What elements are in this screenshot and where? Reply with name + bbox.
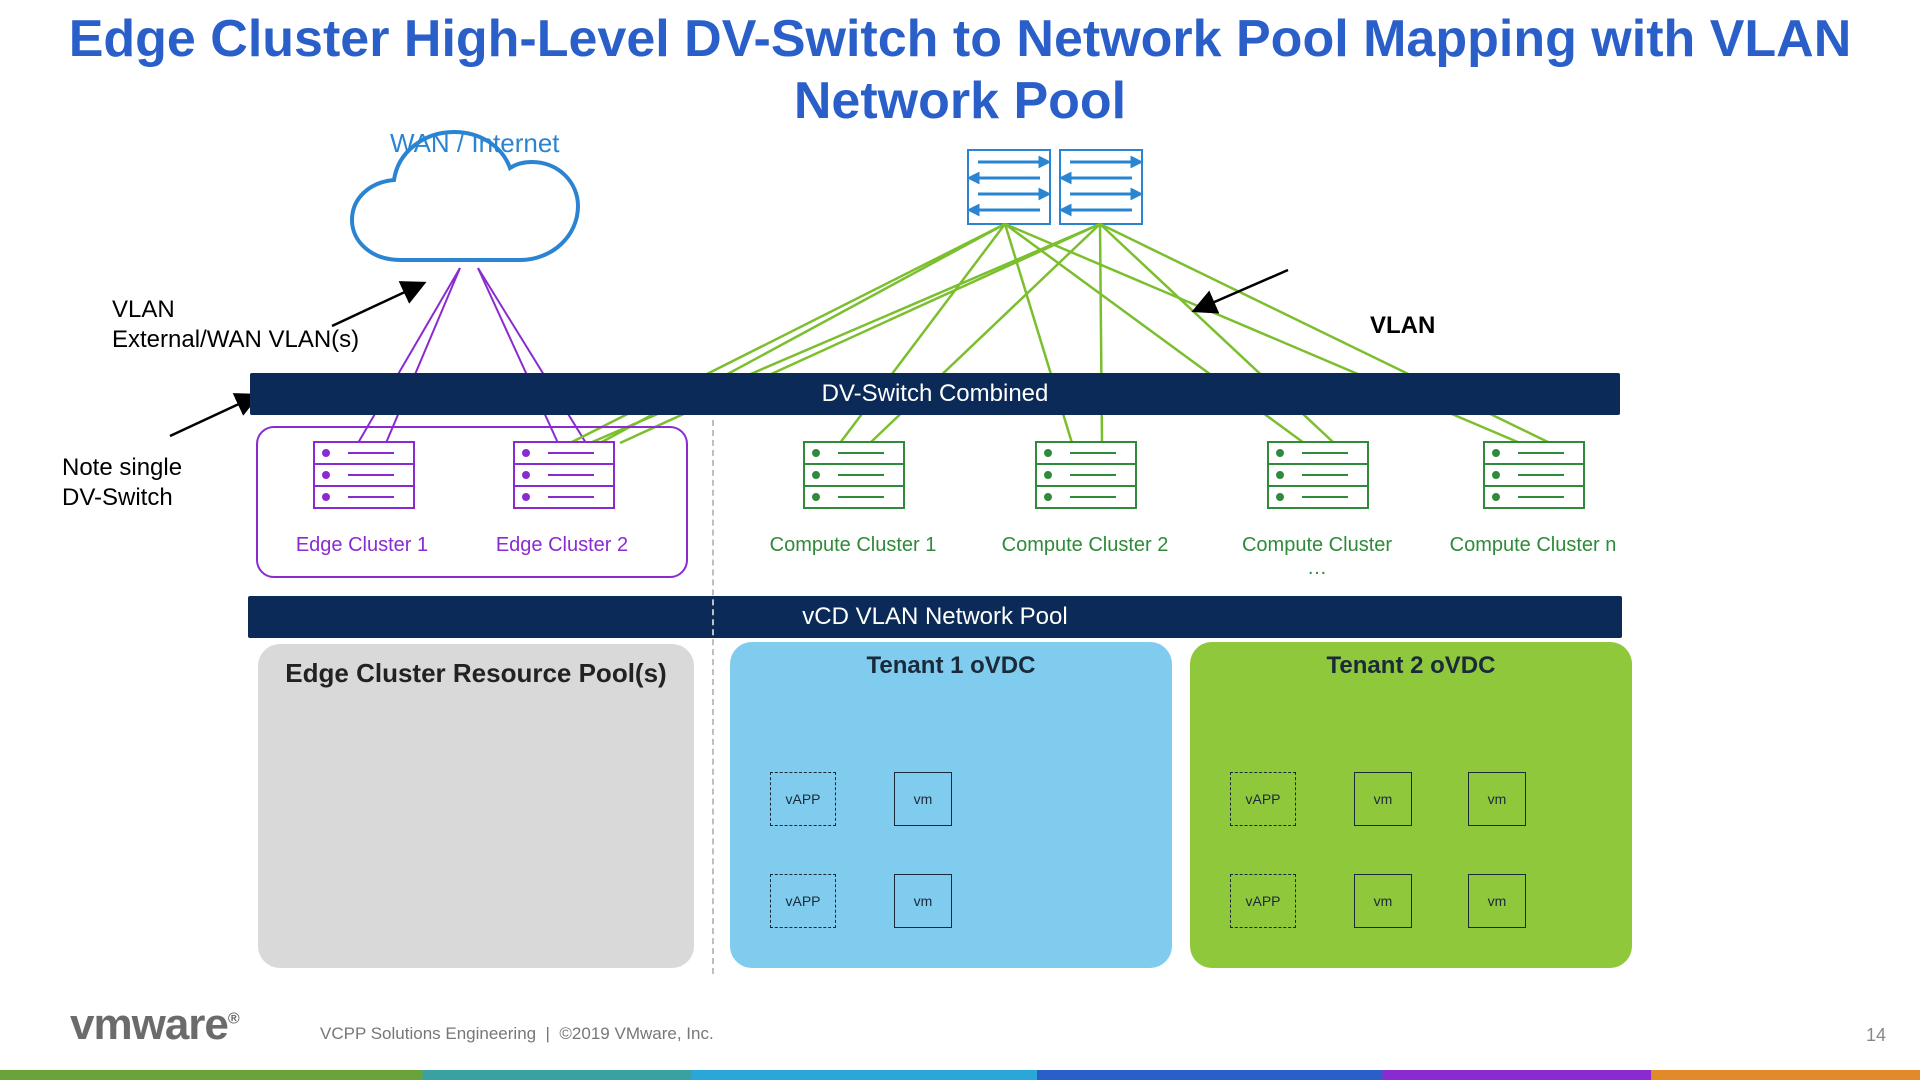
tenant2-panel: Tenant 2 oVDC vAPP vm vm vAPP vm vm <box>1190 642 1632 968</box>
purple-links <box>358 268 586 443</box>
compute-cluster-2-label: Compute Cluster 2 <box>1000 534 1170 557</box>
anno-note-2: DV-Switch <box>62 484 173 512</box>
anno-note-1: Note single <box>62 454 182 482</box>
slide-title: Edge Cluster High-Level DV-Switch to Net… <box>0 8 1920 133</box>
vertical-separator <box>712 420 714 974</box>
server-icon <box>1484 442 1584 508</box>
switch-icon-left <box>968 150 1050 224</box>
tenant1-panel: Tenant 1 oVDC vAPP vm vAPP vm <box>730 642 1172 968</box>
network-pool-bar: vCD VLAN Network Pool <box>248 596 1622 638</box>
vm-box: vm <box>1354 772 1412 826</box>
vapp-box: vAPP <box>1230 874 1296 928</box>
vapp-box: vAPP <box>1230 772 1296 826</box>
slide: Edge Cluster High-Level DV-Switch to Net… <box>0 0 1920 1080</box>
wan-label: WAN / Internet <box>390 128 560 159</box>
edge-cluster-1-label: Edge Cluster 1 <box>292 534 432 557</box>
vmware-logo: vmware® <box>70 1000 239 1050</box>
anno-ext-vlan-2: External/WAN VLAN(s) <box>112 326 359 354</box>
vapp-box: vAPP <box>770 772 836 826</box>
vm-box: vm <box>894 772 952 826</box>
server-icon <box>804 442 904 508</box>
page-number: 14 <box>1866 1025 1886 1046</box>
registered-mark: ® <box>228 1010 239 1027</box>
vm-box: vm <box>1468 772 1526 826</box>
switch-icon-right <box>1060 150 1142 224</box>
vm-box: vm <box>1468 874 1526 928</box>
tenant1-title: Tenant 1 oVDC <box>730 652 1172 680</box>
dvswitch-bar: DV-Switch Combined <box>250 373 1620 415</box>
server-icon <box>1268 442 1368 508</box>
edge-resource-pool-panel: Edge Cluster Resource Pool(s) <box>258 644 694 968</box>
compute-cluster-n-label: Compute Cluster n <box>1448 534 1618 557</box>
vm-box: vm <box>1354 874 1412 928</box>
footer-text: VCPP Solutions Engineering | ©2019 VMwar… <box>320 1024 714 1044</box>
footer-gradient-bar <box>0 1070 1920 1080</box>
vmware-logo-text: vmware <box>70 1000 228 1049</box>
tenant2-title: Tenant 2 oVDC <box>1190 652 1632 680</box>
vm-box: vm <box>894 874 952 928</box>
anno-right-vlan: VLAN <box>1370 312 1435 340</box>
anno-ext-vlan-1: VLAN <box>112 296 175 324</box>
edge-pool-title: Edge Cluster Resource Pool(s) <box>258 658 694 689</box>
compute-cluster-1-label: Compute Cluster 1 <box>768 534 938 557</box>
compute-cluster-ellipsis-label: Compute Cluster … <box>1232 534 1402 580</box>
vapp-box: vAPP <box>770 874 836 928</box>
server-icon <box>1036 442 1136 508</box>
edge-cluster-2-label: Edge Cluster 2 <box>492 534 632 557</box>
